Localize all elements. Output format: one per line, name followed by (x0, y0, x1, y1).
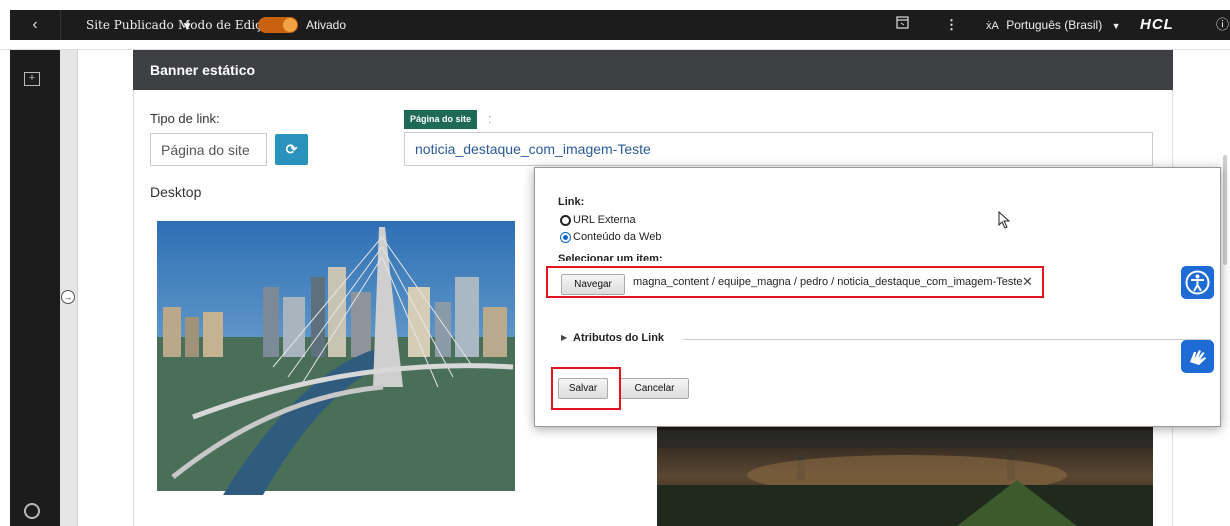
panel-scrollbar[interactable] (1223, 155, 1227, 265)
refresh-button[interactable]: ⟳ (275, 134, 308, 165)
link-attributes-label: Atributos do Link (573, 332, 665, 344)
cancel-button[interactable]: Cancelar (620, 378, 689, 399)
add-panel-icon[interactable]: + (24, 72, 40, 86)
accessibility-icon[interactable] (1181, 266, 1214, 299)
url-externa-label: URL Externa (573, 214, 636, 226)
kebab-menu-icon[interactable]: ⋮ (945, 10, 958, 40)
desktop-banner-image[interactable] (153, 217, 519, 495)
toggle-knob (283, 18, 297, 32)
mouse-cursor-icon (998, 210, 1011, 234)
language-dropdown[interactable]: ẋA Português (Brasil) ▼ (986, 10, 1121, 40)
desktop-label: Desktop (150, 184, 202, 200)
edit-mode-toggle[interactable] (258, 17, 298, 33)
hcl-logo: HCL (1140, 16, 1174, 33)
site-status-dropdown[interactable]: Site Publicado ▼ (86, 10, 191, 40)
site-page-input[interactable]: noticia_destaque_com_imagem-Teste (404, 132, 1153, 166)
layout-icon[interactable] (896, 10, 909, 40)
select-item-label: Selecionar um item: (558, 253, 663, 261)
site-page-tag: Página do site (404, 110, 478, 129)
info-icon[interactable]: ⓘ (1216, 10, 1229, 40)
language-label: Português (Brasil) (1006, 18, 1103, 32)
site-page-value: noticia_destaque_com_imagem-Teste (415, 141, 651, 157)
url-externa-radio[interactable] (560, 215, 571, 226)
topbar-divider (60, 10, 61, 40)
link-type-select[interactable]: Página do site (150, 133, 267, 166)
rail-gutter (60, 50, 78, 526)
expand-icon[interactable]: → (61, 290, 75, 304)
mobile-banner-image[interactable] (657, 425, 1153, 526)
highlight-save-button (551, 367, 621, 410)
left-rail (10, 50, 60, 526)
site-status-label: Site Publicado (86, 18, 174, 32)
back-icon[interactable]: ‹ (10, 10, 60, 40)
conteudo-web-label: Conteúdo da Web (573, 231, 662, 243)
caret-down-icon: ▼ (1111, 21, 1121, 31)
highlight-selected-item (546, 266, 1044, 298)
link-type-label: Tipo de link: (150, 111, 220, 126)
edit-mode-value: Ativado (306, 18, 347, 32)
sign-language-icon[interactable] (1181, 340, 1214, 373)
triangle-right-icon: ▶ (561, 333, 568, 342)
help-ring-icon[interactable] (24, 503, 40, 519)
link-type-value: Página do site (161, 141, 250, 158)
refresh-icon: ⟳ (285, 141, 298, 157)
section-divider (683, 339, 1211, 340)
conteudo-web-radio[interactable] (560, 232, 571, 243)
tag-suffix: : (488, 111, 492, 126)
link-label: Link: (558, 196, 585, 208)
link-attributes-section[interactable]: ▶ Atributos do Link (561, 332, 1211, 348)
translate-icon: ẋA (986, 20, 999, 32)
panel-title: Banner estático (133, 50, 1173, 90)
